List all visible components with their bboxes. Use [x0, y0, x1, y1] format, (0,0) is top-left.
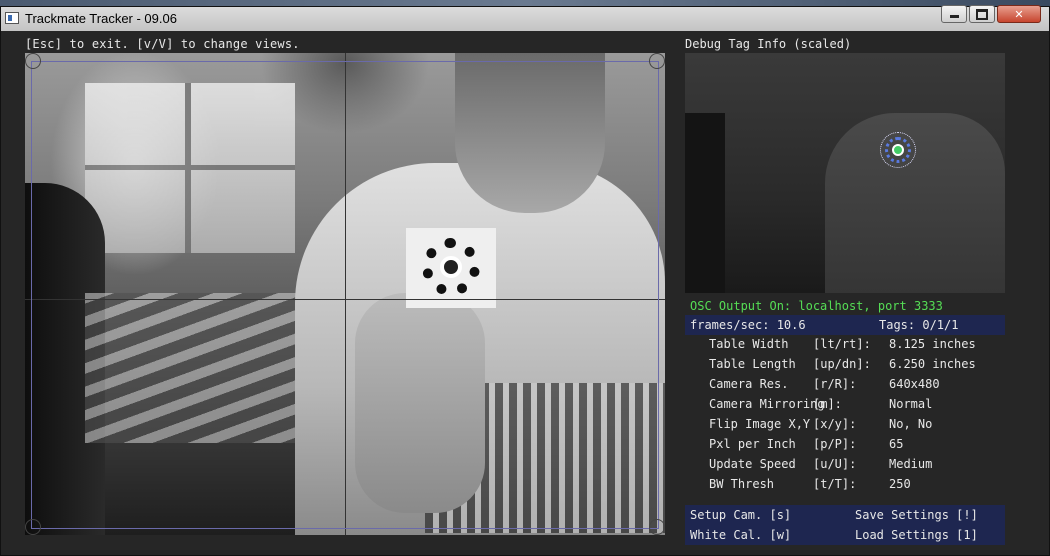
- setting-key: [p/P]:: [813, 437, 857, 451]
- actions-panel: Setup Cam. [s] Save Settings [!] White C…: [685, 505, 1005, 545]
- app-window: Trackmate Tracker - 09.06 ✕ [Esc] to exi…: [0, 5, 1050, 556]
- debug-bg-dark: [685, 113, 725, 293]
- settings-list: Table Width [lt/rt]: 8.125 inches Table …: [709, 337, 1009, 497]
- setting-label: BW Thresh: [709, 477, 775, 491]
- minimize-button[interactable]: [941, 5, 967, 23]
- setting-label: Update Speed: [709, 457, 796, 471]
- setting-value: 250: [889, 477, 911, 491]
- setting-flip-image: Flip Image X,Y [x/y]: No, No: [709, 417, 1009, 437]
- minimize-icon: [949, 15, 959, 18]
- save-settings-action[interactable]: Save Settings [!]: [855, 508, 978, 522]
- debug-tag-view: [685, 53, 1005, 293]
- setting-label: Camera Mirroring: [709, 397, 825, 411]
- close-button[interactable]: ✕: [997, 5, 1041, 23]
- setup-cam-action[interactable]: Setup Cam. [s]: [690, 508, 791, 522]
- setting-label: Table Length: [709, 357, 796, 371]
- calibration-corner-handle[interactable]: [25, 519, 41, 535]
- setting-value: Normal: [889, 397, 933, 411]
- setting-value: 8.125 inches: [889, 337, 976, 351]
- setting-update-speed: Update Speed [u/U]: Medium: [709, 457, 1009, 477]
- setting-key: [x/y]:: [813, 417, 857, 431]
- keyboard-hint: [Esc] to exit. [v/V] to change views.: [25, 37, 300, 51]
- setting-label: Table Width: [709, 337, 789, 351]
- load-settings-action[interactable]: Load Settings [1]: [855, 528, 978, 542]
- setting-pxl-per-inch: Pxl per Inch [p/P]: 65: [709, 437, 1009, 457]
- setting-value: Medium: [889, 457, 933, 471]
- tag-marker-icon: [885, 137, 911, 163]
- setting-key: [t/T]:: [813, 477, 857, 491]
- app-content: [Esc] to exit. [v/V] to change views. De…: [1, 31, 1049, 555]
- setting-value: 640x480: [889, 377, 940, 391]
- setting-camera-res: Camera Res. [r/R]: 640x480: [709, 377, 1009, 397]
- title-bar[interactable]: Trackmate Tracker - 09.06 ✕: [1, 5, 1049, 32]
- setting-key: [lt/rt]:: [813, 337, 871, 351]
- window-controls: ✕: [939, 5, 1041, 23]
- calibration-corner-handle[interactable]: [25, 53, 41, 69]
- debug-person: [825, 113, 1005, 293]
- calibration-corner-handle[interactable]: [649, 519, 665, 535]
- fps-bar: frames/sec: 10.6 Tags: 0/1/1: [685, 315, 1005, 335]
- setting-key: [u/U]:: [813, 457, 857, 471]
- maximize-button[interactable]: [969, 5, 995, 23]
- tags-readout: Tags: 0/1/1: [879, 318, 959, 332]
- app-icon: [5, 12, 19, 24]
- window-title: Trackmate Tracker - 09.06: [25, 11, 177, 26]
- osc-status: OSC Output On: localhost, port 3333: [690, 299, 943, 313]
- setting-table-width: Table Width [lt/rt]: 8.125 inches: [709, 337, 1009, 357]
- calibration-rectangle: [31, 61, 659, 529]
- setting-label: Pxl per Inch: [709, 437, 796, 451]
- setting-label: Flip Image X,Y: [709, 417, 811, 431]
- setting-value: No, No: [889, 417, 933, 431]
- setting-bw-thresh: BW Thresh [t/T]: 250: [709, 477, 1009, 497]
- setting-camera-mirroring: Camera Mirroring [m]: Normal: [709, 397, 1009, 417]
- setting-key: [r/R]:: [813, 377, 857, 391]
- debug-title: Debug Tag Info (scaled): [685, 37, 852, 51]
- setting-label: Camera Res.: [709, 377, 789, 391]
- close-icon: ✕: [1014, 7, 1024, 21]
- setting-value: 6.250 inches: [889, 357, 976, 371]
- calibration-corner-handle[interactable]: [649, 53, 665, 69]
- white-cal-action[interactable]: White Cal. [w]: [690, 528, 791, 542]
- maximize-icon: [976, 8, 988, 20]
- setting-table-length: Table Length [up/dn]: 6.250 inches: [709, 357, 1009, 377]
- fps-readout: frames/sec: 10.6: [690, 318, 806, 332]
- setting-key: [m]:: [813, 397, 842, 411]
- setting-value: 65: [889, 437, 904, 451]
- camera-view: [25, 53, 665, 535]
- setting-key: [up/dn]:: [813, 357, 871, 371]
